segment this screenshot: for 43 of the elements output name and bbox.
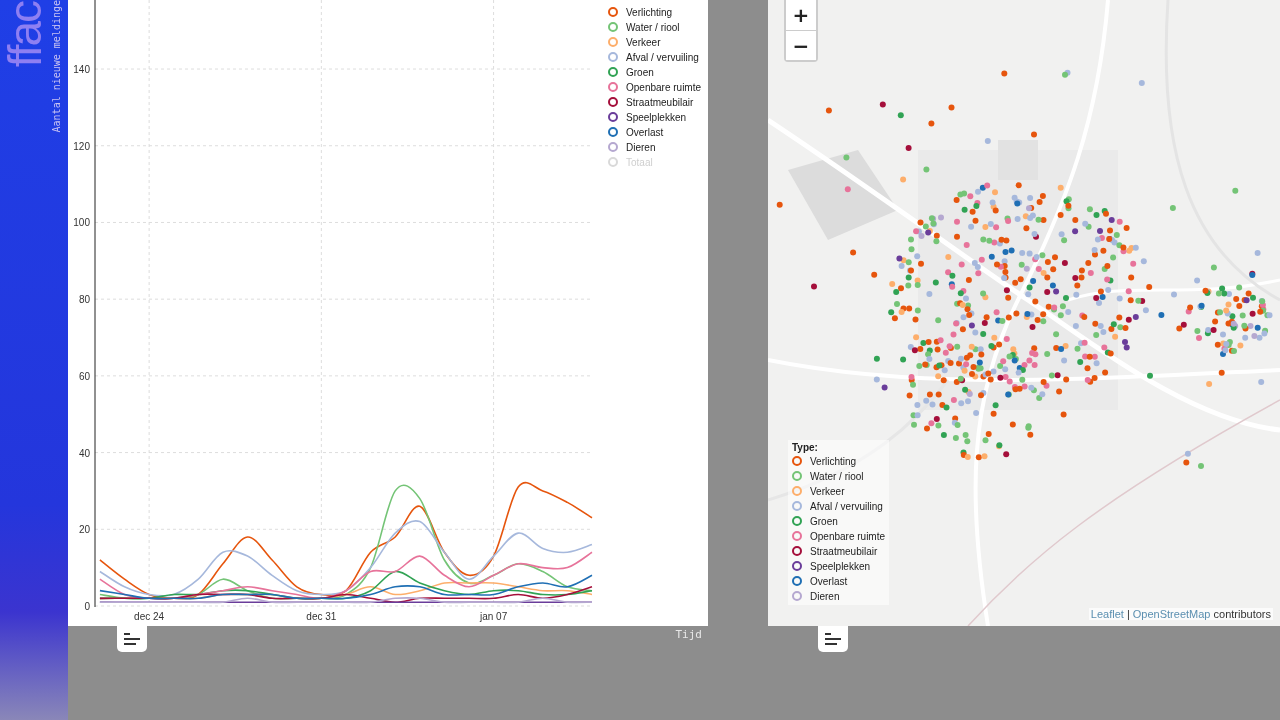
menu-icon xyxy=(824,632,842,646)
x-tick-label: dec 31 xyxy=(306,611,337,622)
menu-button[interactable] xyxy=(117,626,147,652)
legend-label: Verkeer xyxy=(810,485,845,497)
legend-label[interactable]: Groen xyxy=(626,66,654,78)
legend-label: Afval / vervuiling xyxy=(810,500,883,512)
y-tick-label: 0 xyxy=(84,601,90,612)
menu-icon xyxy=(123,632,141,646)
menu-button[interactable] xyxy=(818,626,848,652)
leaflet-link[interactable]: Leaflet xyxy=(1090,608,1124,620)
legend-title: Type: xyxy=(792,442,819,453)
legend-label: Speelplekken xyxy=(810,560,871,572)
zoom-out-button[interactable]: − xyxy=(786,30,816,60)
legend-label: Straatmeubilair xyxy=(810,545,878,557)
y-tick-label: 80 xyxy=(78,294,90,306)
y-tick-label: 20 xyxy=(78,524,90,536)
legend-label[interactable]: Overlast xyxy=(626,126,664,138)
legend-label[interactable]: Dieren xyxy=(626,141,656,153)
y-tick-label: 120 xyxy=(73,140,90,152)
y-tick-label: 140 xyxy=(73,64,90,76)
legend-label: Overlast xyxy=(810,575,848,587)
legend-label[interactable]: Openbare ruimte xyxy=(626,81,702,93)
legend-label: Openbare ruimte xyxy=(810,530,886,542)
legend-label[interactable]: Straatmeubilair xyxy=(626,96,694,108)
openstreetmap-link[interactable]: OpenStreetMap xyxy=(1132,608,1211,620)
legend-label[interactable]: Water / riool xyxy=(626,21,680,33)
legend-label: Dieren xyxy=(810,590,840,602)
legend-label[interactable]: Verkeer xyxy=(626,36,661,48)
legend-label[interactable]: Afval / vervuiling xyxy=(626,51,699,63)
y-tick-label: 60 xyxy=(78,370,90,382)
y-tick-label: 40 xyxy=(78,447,90,459)
y-tick-label: 100 xyxy=(73,217,90,229)
y-axis-title: Aantal nieuwe meldinge xyxy=(51,0,62,133)
legend-label[interactable]: Verlichting xyxy=(626,6,673,18)
legend-label: Water / riool xyxy=(810,470,864,482)
x-axis-title: Tijd xyxy=(675,628,702,641)
legend-label: Verlichting xyxy=(810,455,857,467)
legend-label[interactable]: Speelplekken xyxy=(626,111,687,123)
brand-logo: ffac xyxy=(2,2,48,68)
x-tick-label: jan 07 xyxy=(479,611,508,622)
map-attribution: Leaflet | OpenStreetMap contributors xyxy=(1088,608,1273,620)
legend-label: Groen xyxy=(810,515,838,527)
x-tick-label: dec 24 xyxy=(134,611,165,622)
